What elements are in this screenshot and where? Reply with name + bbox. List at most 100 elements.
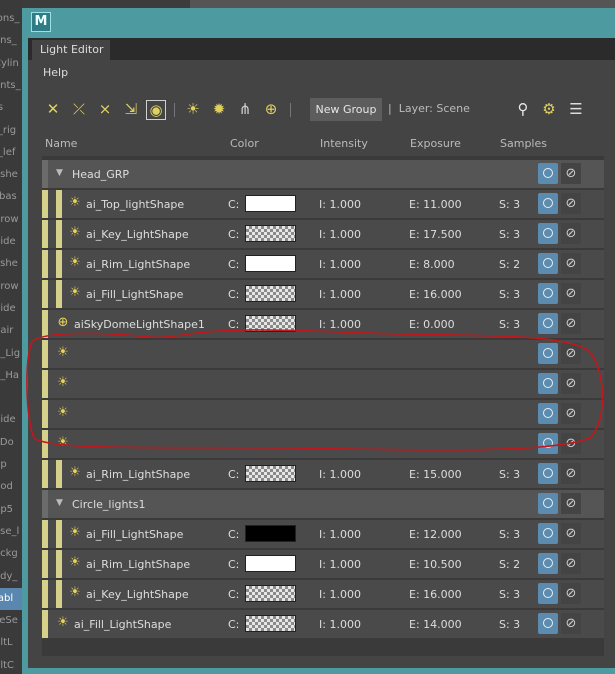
mute-icon[interactable]: ⊘ [561, 343, 581, 364]
outliner-item[interactable]: hair [0, 320, 22, 342]
exposure-value[interactable]: E: 15.000 [409, 468, 462, 481]
color-swatch[interactable] [245, 525, 296, 542]
select-toggle-button[interactable] [538, 553, 558, 574]
select-toggle-button[interactable] [538, 253, 558, 274]
light-row[interactable]: ☀ ai_Fill_LightShape C: I: 1.000 E: 16.000 S:… [42, 280, 604, 308]
row-handle[interactable] [42, 430, 48, 458]
outliner-item[interactable]: ultC [0, 655, 22, 674]
select-toggle-button[interactable] [538, 193, 558, 214]
select-toggle-button[interactable] [538, 523, 558, 544]
exposure-value[interactable]: E: 16.000 [409, 588, 462, 601]
select-toggle-button[interactable] [538, 613, 558, 634]
row-handle[interactable] [42, 400, 48, 428]
outliner-item[interactable]: brow [0, 276, 22, 298]
menu-help[interactable]: Help [43, 66, 68, 79]
mute-icon[interactable]: ⊘ [561, 283, 581, 304]
frame-selection-icon[interactable]: ◉ [146, 100, 166, 120]
group-row[interactable]: ▼ Circle_lights1 ⊘ [42, 490, 604, 518]
color-swatch[interactable] [245, 255, 296, 272]
outliner-item[interactable]: ons_ [0, 30, 22, 52]
light-row[interactable]: ⊕ aiSkyDomeLightShape1 C: I: 1.000 E: 0.000 S… [42, 310, 604, 338]
color-swatch[interactable] [245, 315, 296, 332]
light-row[interactable]: ☀ ⊘ [42, 340, 604, 368]
intensity-value[interactable]: I: 1.000 [319, 198, 361, 211]
row-handle[interactable] [42, 250, 48, 278]
samples-value[interactable]: S: 3 [499, 528, 520, 541]
new-group-button[interactable]: New Group [310, 98, 382, 121]
exposure-value[interactable]: E: 10.500 [409, 558, 462, 571]
light-row[interactable]: ☀ ⊘ [42, 430, 604, 458]
select-toggle-button[interactable] [538, 163, 558, 184]
mute-icon[interactable]: ⊘ [561, 493, 581, 514]
exposure-value[interactable]: E: 11.000 [409, 198, 462, 211]
mute-icon[interactable]: ⊘ [561, 463, 581, 484]
intensity-value[interactable]: I: 1.000 [319, 318, 361, 331]
outliner-item[interactable]: tabl [0, 587, 22, 610]
light-link-icon[interactable]: ⚙ [538, 98, 560, 120]
col-color[interactable]: Color [230, 137, 259, 150]
mute-icon[interactable]: ⊘ [561, 553, 581, 574]
samples-value[interactable]: S: 2 [499, 558, 520, 571]
outliner-item[interactable]: ions_ [0, 8, 22, 30]
select-toggle-button[interactable] [538, 313, 558, 334]
exposure-value[interactable]: E: 8.000 [409, 258, 455, 271]
intensity-value[interactable]: I: 1.000 [319, 528, 361, 541]
group-row[interactable]: ▼ Head_GRP ⊘ [42, 160, 604, 188]
outliner-item[interactable]: up [0, 454, 22, 476]
select-lights-icon[interactable]: ✕ [42, 98, 64, 120]
dome-light-icon[interactable]: ⊕ [260, 98, 282, 120]
outliner-item[interactable]: t_rig [0, 120, 22, 142]
select-toggle-button[interactable] [538, 403, 558, 424]
row-handle[interactable] [42, 160, 48, 188]
point-light-icon[interactable]: ☀ [182, 98, 204, 120]
mute-icon[interactable]: ⊘ [561, 583, 581, 604]
light-row[interactable]: ☀ ai_Rim_LightShape C: I: 1.000 E: 15.000 S: … [42, 460, 604, 488]
outliner-item[interactable]: ashe [0, 253, 22, 275]
row-handle[interactable] [42, 460, 48, 488]
outliner-item[interactable]: ose_l [0, 521, 22, 543]
outliner-item[interactable]: d_Lig [0, 343, 22, 365]
select-toggle-button[interactable] [538, 493, 558, 514]
mute-icon[interactable]: ⊘ [561, 433, 581, 454]
outliner-item[interactable]: uide [0, 231, 22, 253]
samples-value[interactable]: S: 3 [499, 228, 520, 241]
mute-icon[interactable]: ⊘ [561, 403, 581, 424]
intensity-value[interactable]: I: 1.000 [319, 588, 361, 601]
intensity-value[interactable]: I: 1.000 [319, 228, 361, 241]
row-handle[interactable] [42, 580, 48, 608]
outliner-item[interactable]: ackg [0, 543, 22, 565]
samples-value[interactable]: S: 3 [499, 588, 520, 601]
select-toggle-button[interactable] [538, 373, 558, 394]
light-row[interactable]: ☀ ai_Key_LightShape C: I: 1.000 E: 17.500 S: … [42, 220, 604, 248]
color-swatch[interactable] [245, 555, 296, 572]
exposure-value[interactable]: E: 12.000 [409, 528, 462, 541]
select-toggle-button[interactable] [538, 583, 558, 604]
mute-icon[interactable]: ⊘ [561, 163, 581, 184]
color-swatch[interactable] [245, 585, 296, 602]
samples-value[interactable]: S: 3 [499, 288, 520, 301]
outliner-item[interactable]: seSe [0, 610, 22, 632]
color-swatch[interactable] [245, 285, 296, 302]
outliner-item[interactable]: up5 [0, 499, 22, 521]
exposure-value[interactable]: E: 17.500 [409, 228, 462, 241]
outliner-item[interactable]: _bas [0, 186, 22, 208]
samples-value[interactable]: S: 3 [499, 618, 520, 631]
outliner-item[interactable]: ultL [0, 632, 22, 654]
options-list-icon[interactable]: ☰ [565, 98, 587, 120]
intensity-value[interactable]: I: 1.000 [319, 258, 361, 271]
row-handle[interactable] [42, 220, 48, 248]
spot-light-icon[interactable]: ✹ [208, 98, 230, 120]
light-row[interactable]: ☀ ai_Top_lightShape C: I: 1.000 E: 11.000 S: … [42, 190, 604, 218]
intensity-value[interactable]: I: 1.000 [319, 558, 361, 571]
exposure-value[interactable]: E: 14.000 [409, 618, 462, 631]
outliner-item[interactable]: brow [0, 209, 22, 231]
col-exposure[interactable]: Exposure [410, 137, 461, 150]
select-arrows-icon[interactable]: ⇲ [120, 98, 142, 120]
light-row[interactable]: ☀ ⊘ [42, 400, 604, 428]
select-toggle-button[interactable] [538, 343, 558, 364]
outliner-item[interactable]: uide [0, 298, 22, 320]
color-swatch[interactable] [245, 195, 296, 212]
mute-icon[interactable]: ⊘ [561, 223, 581, 244]
col-name[interactable]: Name [45, 137, 77, 150]
outliner-item[interactable]: 2_Ha [0, 365, 22, 387]
